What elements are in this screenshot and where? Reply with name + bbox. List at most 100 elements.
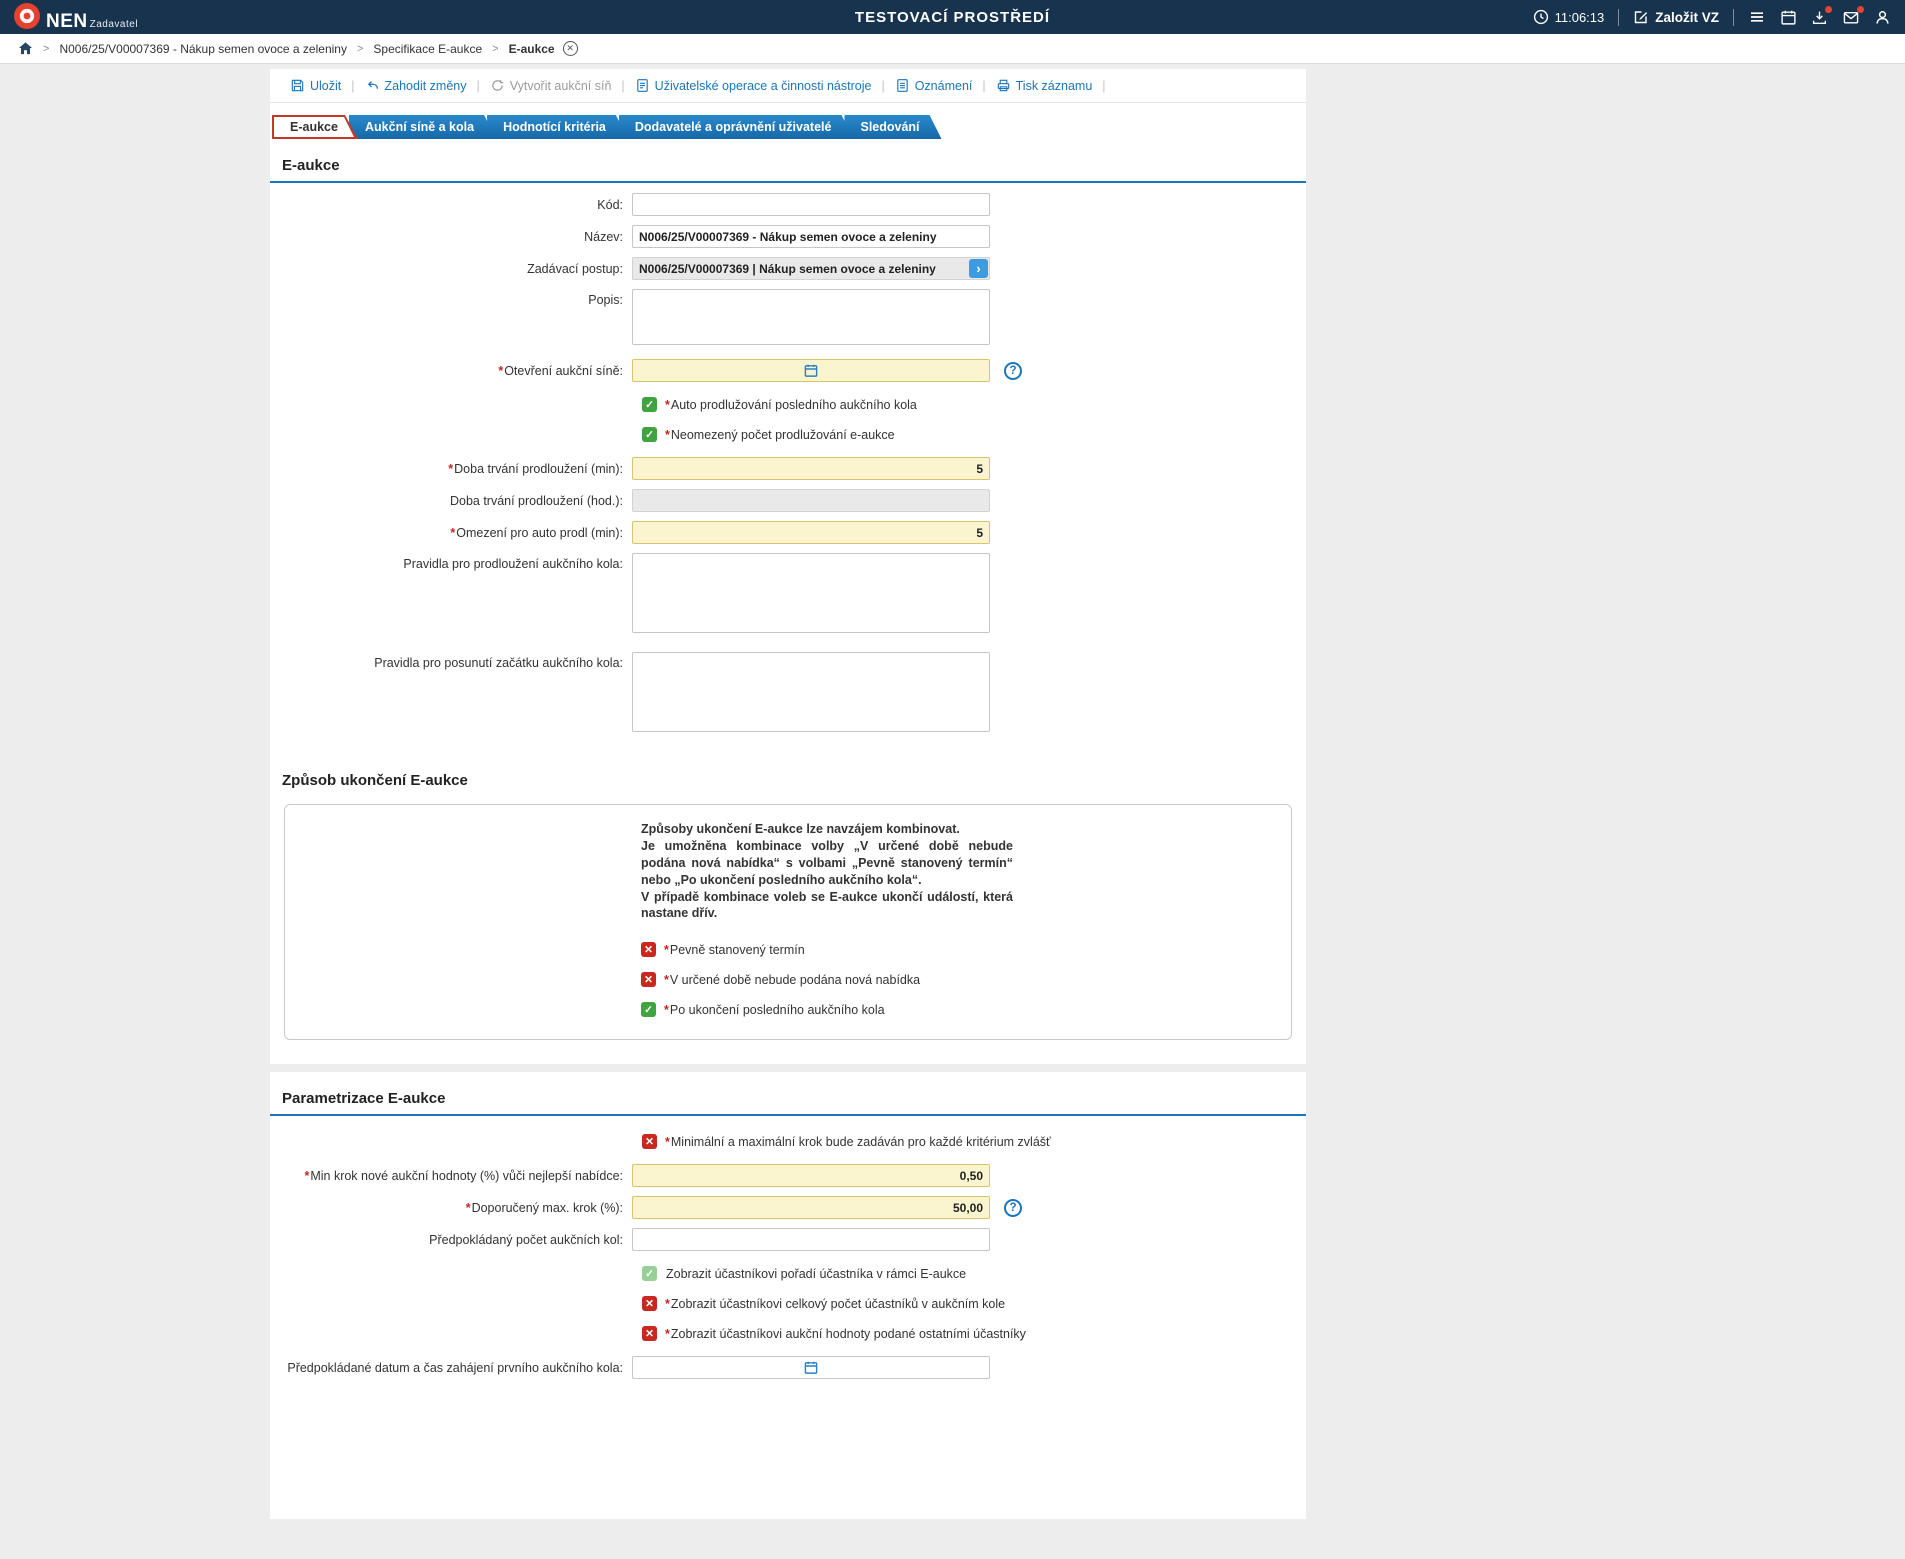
doporuceny-max-krok-input[interactable] [632,1196,990,1220]
checkbox-label: *Zobrazit účastníkovi aukční hodnoty pod… [665,1326,1026,1341]
form-row-kod: Kód: [270,193,1306,216]
checkbox-row-krok-kriterium: *Minimální a maximální krok bude zadáván… [642,1134,1306,1150]
home-icon[interactable] [18,41,33,56]
breadcrumb-item-zakazka[interactable]: N006/25/V00007369 - Nákup semen ovoce a … [59,42,347,56]
po-ukonceni-kola-checkbox[interactable] [641,1002,656,1018]
downloads-button[interactable] [1811,5,1832,26]
required-star: * [448,461,454,476]
breadcrumb-separator: > [356,42,364,55]
checkbox-row-pevny-termin: *Pevně stanovený termín [641,942,1291,958]
messages-button[interactable] [1842,5,1864,26]
pevne-stanoveny-termin-checkbox[interactable] [641,942,656,958]
open-record-chevron-icon[interactable]: › [969,259,988,278]
min-krok-input[interactable] [632,1164,990,1188]
calendar-icon [1781,10,1796,25]
tab-aukcni-sine-a-kola[interactable]: Aukční síně a kola [349,115,496,139]
krok-kazde-kriterium-checkbox[interactable] [642,1134,657,1150]
section-title-parametrizace: Parametrizace E-aukce [270,1072,1306,1117]
toolbar-separator: | [982,78,986,93]
checkbox-row-urcena-doba: *V určené době nebude podána nová nabídk… [641,972,1291,988]
field-label: Pravidla pro prodloužení aukčního kola: [403,557,623,571]
form-row-pravidla-posunuti: Pravidla pro posunutí začátku aukčního k… [270,652,1306,737]
page-background: Uložit | Zahodit změny | Vytvořit aukční… [0,64,1905,1519]
field-label: Doba trvání prodloužení (hod.): [449,493,623,508]
user-operations-button[interactable]: Uživatelské operace a činnosti nástroje [635,78,871,93]
info-line: Způsoby ukončení E-aukce lze navzájem ko… [641,822,960,836]
tab-hodnotici-kriteria[interactable]: Hodnotící kritéria [487,115,628,139]
checkbox-row-zobrazit-pocet: *Zobrazit účastníkovi celkový počet účas… [642,1296,1306,1312]
pravidla-posunuti-textarea[interactable] [632,652,990,732]
tab-sledovani[interactable]: Sledování [844,115,941,139]
zobrazit-hodnoty-checkbox[interactable] [642,1326,657,1342]
profile-button[interactable] [1874,9,1891,26]
doba-trvani-hod-input [632,489,990,512]
doba-trvani-min-input[interactable] [632,457,990,480]
clock: 11:06:13 [1533,9,1604,25]
checkbox-label: *Po ukončení posledního aukčního kola [664,1002,885,1017]
document-icon [636,79,648,92]
field-label: Min krok nové aukční hodnoty (%) vůči ne… [310,1168,623,1183]
required-star: * [498,363,504,378]
form-row-nazev: Název: [270,225,1306,248]
omezeni-auto-prodl-input[interactable] [632,521,990,544]
required-star: * [304,1168,310,1183]
help-icon[interactable]: ? [1004,361,1022,380]
divider [1618,8,1620,26]
notifications-button[interactable]: Oznámení [895,78,972,93]
pocet-aukcnich-kol-input[interactable] [632,1228,990,1252]
help-icon[interactable]: ? [1004,1198,1022,1217]
print-record-button[interactable]: Tisk záznamu [996,78,1092,93]
zobrazit-pocet-checkbox[interactable] [642,1296,657,1312]
content-panel: Uložit | Zahodit změny | Vytvořit aukční… [270,69,1306,1519]
clock-icon [1533,9,1548,25]
section-title-zpusob-ukonceni: Způsob ukončení E-aukce [282,772,468,789]
pravidla-prodlouzeni-textarea[interactable] [632,553,990,633]
toolbar-separator: | [1102,78,1106,93]
date-picker-icon[interactable] [804,1360,819,1375]
nazev-input[interactable] [632,225,990,248]
field-label: Pravidla pro posunutí začátku aukčního k… [374,656,623,670]
printer-icon [997,79,1009,92]
form-row-datum-zahajeni: Předpokládané datum a čas zahájení první… [270,1356,1306,1380]
save-button[interactable]: Uložit [290,78,341,93]
neomezeny-pocet-checkbox[interactable] [642,427,657,442]
field-label: Název: [584,229,623,244]
auto-prodluzovani-checkbox[interactable] [642,397,657,412]
field-label: Předpokládané datum a čas zahájení první… [287,1360,623,1375]
toolbar-separator: | [351,78,355,93]
section-divider [270,1064,1306,1073]
toolbar-separator: | [476,78,480,93]
notification-badge [1825,5,1832,13]
v-urcene-dobe-checkbox[interactable] [641,972,656,988]
breadcrumb-separator: > [43,42,50,55]
form-row-zadavaci-postup: Zadávací postup: › [270,257,1306,280]
field-label: Omezení pro auto prodl (min): [456,525,623,540]
document-icon [896,79,908,92]
form-row-pravidla-prodlouzeni: Pravidla pro prodloužení aukčního kola: [270,553,1306,638]
popis-textarea[interactable] [632,289,990,345]
checkbox-label: *Auto prodlužování posledního aukčního k… [665,397,917,412]
save-icon [291,79,304,92]
field-label: Doba trvání prodloužení (min): [454,461,623,476]
required-star: * [450,525,456,540]
checkbox-label: Zobrazit účastníkovi pořadí účastníka v … [666,1266,967,1281]
tab-dodavatele-a-opravneni-uzivatele[interactable]: Dodavatelé a oprávnění uživatelé [619,115,854,139]
date-picker-icon[interactable] [804,363,819,378]
close-tab-icon[interactable]: ✕ [562,41,578,56]
tab-e-aukce[interactable]: E-aukce [272,115,358,139]
checkbox-label: *Zobrazit účastníkovi celkový počet účas… [665,1296,1006,1311]
create-hall-icon [491,80,503,91]
kod-input[interactable] [632,193,990,216]
checkbox-row-auto-prodluzovani: *Auto prodlužování posledního aukčního k… [642,397,1306,412]
form-row-omezeni-auto-prodl: *Omezení pro auto prodl (min): [270,521,1306,544]
field-label: Otevření aukční síně: [504,363,623,378]
discard-changes-button[interactable]: Zahodit změny [365,78,467,93]
create-auction-hall-button: Vytvořit aukční síň [490,78,611,93]
calendar-button[interactable] [1780,9,1797,26]
form-row-doba-trvani-hod: Doba trvání prodloužení (hod.): [270,489,1306,512]
zobrazit-poradi-checkbox [642,1266,657,1282]
nen-logo[interactable]: NEN Zadavatel [14,3,138,31]
create-vz-button[interactable]: Založit VZ [1633,9,1719,25]
menu-button[interactable] [1748,9,1766,25]
breadcrumb-item-specifikace[interactable]: Specifikace E-aukce [373,42,482,56]
